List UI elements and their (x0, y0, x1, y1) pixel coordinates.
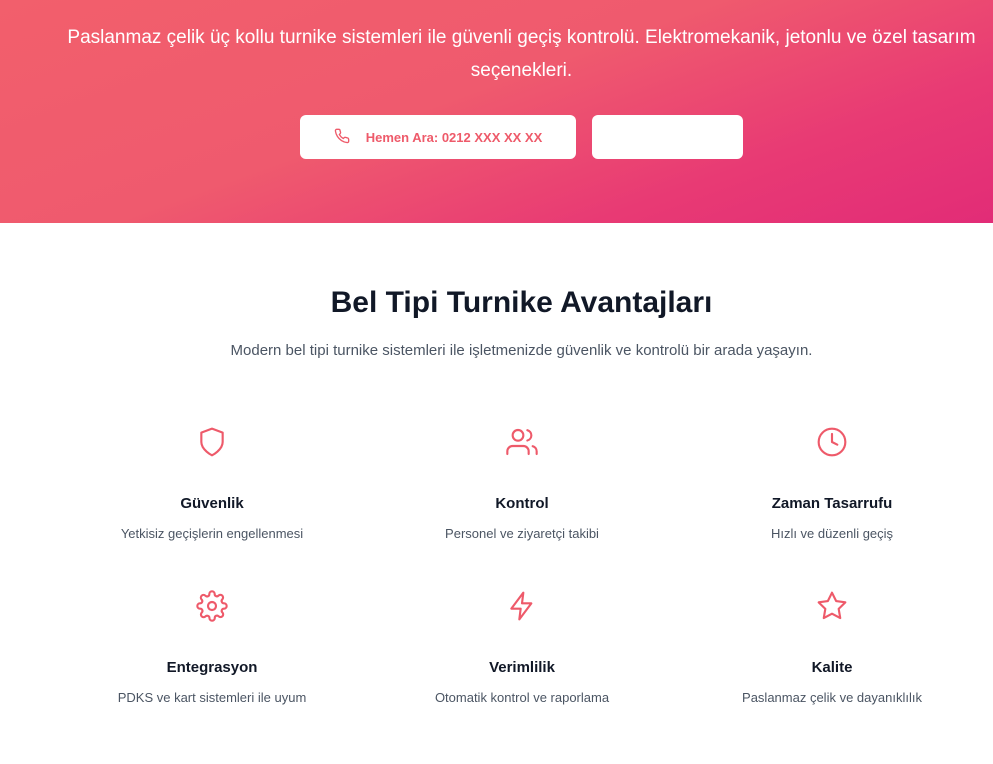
advantage-description: Otomatik kontrol ve raporlama (434, 690, 610, 705)
users-icon (506, 426, 538, 458)
gear-icon (196, 590, 228, 622)
advantage-description: Paslanmaz çelik ve dayanıklılık (742, 690, 922, 705)
advantage-title: Entegrasyon (166, 659, 258, 676)
advantage-title: Kalite (811, 659, 853, 676)
advantage-description: PDKS ve kart sistemleri ile uyum (117, 690, 307, 705)
shield-icon (196, 426, 228, 458)
star-icon (816, 590, 848, 622)
secondary-button[interactable] (592, 115, 743, 159)
advantage-card-zaman-tasarrufu: Zaman Tasarrufu Hızlı ve düzenli geçiş (677, 423, 987, 587)
lightning-icon (506, 590, 538, 622)
advantage-description: Personel ve ziyaretçi takibi (445, 526, 599, 541)
advantage-description: Yetkisiz geçişlerin engellenmesi (120, 526, 304, 541)
advantage-title: Zaman Tasarrufu (771, 495, 893, 512)
call-now-label: Hemen Ara: 0212 XXX XX XX (365, 129, 543, 145)
advantage-description: Hızlı ve düzenli geçiş (770, 526, 894, 541)
section-title: Bel Tipi Turnike Avantajları (330, 286, 713, 319)
hero-description: Paslanmaz çelik üç kollu turnike sisteml… (67, 27, 976, 81)
advantage-card-kontrol: Kontrol Personel ve ziyaretçi takibi (367, 423, 677, 587)
advantage-card-entegrasyon: Entegrasyon PDKS ve kart sistemleri ile … (57, 587, 367, 751)
advantage-title: Verimlilik (489, 659, 555, 676)
section-subtitle: Modern bel tipi turnike sistemleri ile i… (230, 342, 813, 359)
phone-icon (334, 128, 350, 147)
advantage-title: Güvenlik (180, 495, 244, 512)
call-now-button[interactable]: Hemen Ara: 0212 XXX XX XX (300, 115, 576, 159)
clock-icon (816, 426, 848, 458)
advantage-title: Kontrol (495, 495, 549, 512)
advantages-grid: Güvenlik Yetkisiz geçişlerin engellenmes… (57, 423, 987, 751)
advantage-card-verimlilik: Verimlilik Otomatik kontrol ve raporlama (367, 587, 677, 751)
advantages-section: Bel Tipi Turnike Avantajları Modern bel … (0, 223, 993, 764)
hero-section: Paslanmaz çelik üç kollu turnike sisteml… (0, 0, 993, 223)
advantage-card-guvenlik: Güvenlik Yetkisiz geçişlerin engellenmes… (57, 423, 367, 587)
advantage-card-kalite: Kalite Paslanmaz çelik ve dayanıklılık (677, 587, 987, 751)
